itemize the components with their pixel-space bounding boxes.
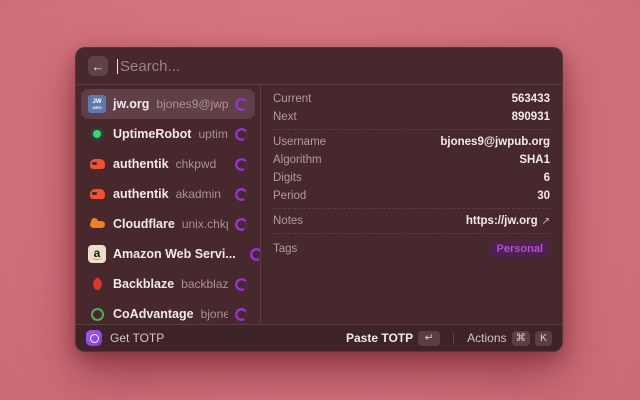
account-list-item[interactable]: CoAdvantage bjonesr [81, 299, 255, 324]
tag-badge: Personal [490, 241, 550, 257]
search-placeholder: Search... [120, 58, 180, 75]
detail-row: Period 30 [273, 187, 550, 205]
account-list-item[interactable]: authentik chkpwd [81, 149, 255, 179]
uptimerobot-icon [88, 125, 106, 143]
account-list-item[interactable]: authentik akadmin [81, 179, 255, 209]
account-list-item[interactable]: Amazon Web Servi... aws1 [81, 239, 255, 269]
account-username: bjones9@jwpub.org [156, 97, 228, 111]
jw-icon [88, 95, 106, 113]
detail-label: Current [273, 93, 311, 105]
totp-launcher-window: ← Search... jw.org bjones9@jwpub.org Upt… [75, 47, 563, 352]
return-key-icon: ↵ [418, 331, 440, 346]
account-title: jw.org [113, 97, 149, 111]
back-button[interactable]: ← [88, 56, 108, 76]
detail-value: 30 [537, 190, 550, 202]
notes-link[interactable]: https://jw.org [466, 215, 538, 227]
totp-progress-ring [235, 158, 248, 171]
actions-button[interactable]: Actions ⌘ K [467, 331, 552, 346]
account-title: authentik [113, 157, 169, 171]
authentik-icon [88, 155, 106, 173]
footer-divider [453, 333, 454, 344]
backblaze-icon [88, 275, 106, 293]
detail-row: Notes https://jw.org ↗ [273, 212, 550, 230]
detail-row: Next 890931 [273, 108, 550, 126]
account-username: uptimerobo... [198, 127, 228, 141]
detail-section-divider [273, 129, 550, 130]
detail-value-text: bjones9@jwpub.org [440, 136, 550, 148]
account-username: unix.chkpwd... [182, 217, 228, 231]
detail-value-text: 30 [537, 190, 550, 202]
detail-value: https://jw.org ↗ [466, 215, 550, 227]
account-username: backblaze@c... [181, 277, 228, 291]
detail-panel: Current 563433 Next 890931 Username bjon… [261, 85, 562, 324]
account-title: Backblaze [113, 277, 174, 291]
account-title: Cloudflare [113, 217, 175, 231]
detail-value: 890931 [512, 111, 550, 123]
account-title: Amazon Web Servi... [113, 247, 236, 261]
detail-value: 6 [544, 172, 550, 184]
account-list-item[interactable]: Cloudflare unix.chkpwd... [81, 209, 255, 239]
detail-value-text: SHA1 [519, 154, 550, 166]
totp-progress-ring [235, 218, 248, 231]
detail-value: SHA1 [519, 154, 550, 166]
account-list-item[interactable]: jw.org bjones9@jwpub.org [81, 89, 255, 119]
detail-value-text: 890931 [512, 111, 550, 123]
totp-progress-ring [235, 188, 248, 201]
totp-progress-ring [235, 128, 248, 141]
detail-row: Username bjones9@jwpub.org [273, 133, 550, 151]
content-area: jw.org bjones9@jwpub.org UptimeRobot upt… [76, 85, 562, 324]
account-title: UptimeRobot [113, 127, 191, 141]
totp-progress-ring [235, 98, 248, 111]
detail-value: 563433 [512, 93, 550, 105]
detail-row: Tags Personal [273, 237, 550, 261]
detail-label: Period [273, 190, 306, 202]
detail-label: Tags [273, 243, 297, 255]
detail-section-divider [273, 233, 550, 234]
totp-extension-icon [86, 330, 102, 346]
detail-label: Username [273, 136, 326, 148]
detail-row: Digits 6 [273, 169, 550, 187]
external-link-icon: ↗ [542, 216, 550, 227]
detail-value: Personal [490, 241, 550, 257]
account-title: CoAdvantage [113, 307, 194, 321]
account-list-item[interactable]: UptimeRobot uptimerobo... [81, 119, 255, 149]
detail-label: Digits [273, 172, 302, 184]
totp-progress-ring [235, 278, 248, 291]
detail-row: Algorithm SHA1 [273, 151, 550, 169]
actions-label: Actions [467, 331, 506, 345]
coadvantage-icon [88, 305, 106, 323]
extension-label: Get TOTP [110, 331, 164, 345]
totp-progress-ring [250, 248, 260, 261]
account-username: bjonesr [201, 307, 228, 321]
command-key-icon: ⌘ [512, 331, 531, 346]
accounts-list: jw.org bjones9@jwpub.org UptimeRobot upt… [76, 85, 260, 324]
footer-bar: Get TOTP Paste TOTP ↵ Actions ⌘ K [76, 324, 562, 351]
search-input[interactable]: Search... [117, 48, 550, 84]
detail-section-divider [273, 208, 550, 209]
text-cursor [117, 59, 118, 74]
account-title: authentik [113, 187, 169, 201]
detail-label: Next [273, 111, 297, 123]
account-list-item[interactable]: Backblaze backblaze@c... [81, 269, 255, 299]
detail-value-text: 6 [544, 172, 550, 184]
back-arrow-icon: ← [92, 60, 105, 73]
totp-progress-ring [235, 308, 248, 321]
detail-value-text: 563433 [512, 93, 550, 105]
detail-value: bjones9@jwpub.org [440, 136, 550, 148]
k-key-icon: K [535, 331, 552, 346]
paste-totp-button[interactable]: Paste TOTP ↵ [346, 331, 440, 346]
detail-label: Algorithm [273, 154, 322, 166]
cloudflare-icon [88, 215, 106, 233]
amazon-icon [88, 245, 106, 263]
authentik-icon [88, 185, 106, 203]
detail-label: Notes [273, 215, 303, 227]
paste-totp-label: Paste TOTP [346, 331, 413, 345]
search-bar: ← Search... [76, 48, 562, 85]
detail-row: Current 563433 [273, 90, 550, 108]
account-username: chkpwd [176, 157, 228, 171]
account-username: akadmin [176, 187, 228, 201]
